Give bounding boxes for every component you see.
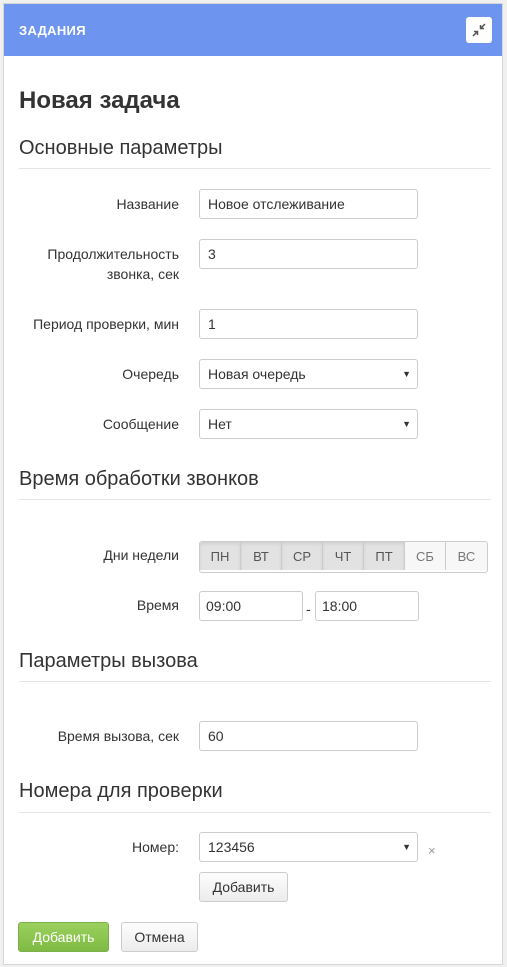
ring-duration-label-line1: Продолжительность xyxy=(47,246,179,262)
section-title-call-params: Параметры вызова xyxy=(19,650,198,672)
number-value: 123456 xyxy=(208,839,255,855)
day-toggle-thu[interactable]: ЧТ xyxy=(323,542,364,570)
section-divider xyxy=(19,681,491,682)
time-separator: - xyxy=(306,601,311,617)
ring-duration-input[interactable]: 3 xyxy=(199,239,418,269)
call-time-label: Время вызова, сек xyxy=(57,728,179,744)
name-label: Название xyxy=(116,196,179,212)
weekday-toggle-group: ПН ВТ СР ЧТ ПТ СБ ВС xyxy=(199,541,488,573)
collapse-icon xyxy=(472,23,486,37)
collapse-button[interactable] xyxy=(466,17,492,43)
page-title: Новая задача xyxy=(19,87,180,114)
queue-select[interactable]: Новая очередь ▼ xyxy=(199,359,418,389)
day-toggle-wed[interactable]: СР xyxy=(282,542,323,570)
queue-label: Очередь xyxy=(122,366,179,382)
number-label: Номер: xyxy=(132,839,179,855)
dropdown-arrow-icon: ▼ xyxy=(402,842,411,852)
day-toggle-sat[interactable]: СБ xyxy=(405,542,446,570)
time-to-input[interactable]: 18:00 xyxy=(315,591,419,621)
dropdown-arrow-icon: ▼ xyxy=(402,369,411,379)
section-divider xyxy=(19,168,491,169)
dropdown-arrow-icon: ▼ xyxy=(402,419,411,429)
queue-value: Новая очередь xyxy=(208,366,306,382)
day-toggle-tue[interactable]: ВТ xyxy=(241,542,282,570)
submit-button[interactable]: Добавить xyxy=(18,922,109,952)
message-select[interactable]: Нет ▼ xyxy=(199,409,418,439)
add-number-button[interactable]: Добавить xyxy=(199,872,288,902)
check-period-input[interactable]: 1 xyxy=(199,309,418,339)
ring-duration-label-line2: звонка, сек xyxy=(106,266,179,282)
section-title-basic: Основные параметры xyxy=(19,137,223,159)
name-input[interactable]: Новое отслеживание xyxy=(199,189,418,219)
weekdays-label: Дни недели xyxy=(103,547,179,563)
number-select[interactable]: 123456 ▼ xyxy=(199,832,418,862)
section-divider xyxy=(19,499,491,500)
day-toggle-fri[interactable]: ПТ xyxy=(364,542,405,570)
section-title-call-processing: Время обработки звонков xyxy=(19,468,259,490)
call-time-input[interactable]: 60 xyxy=(199,721,418,751)
ring-duration-label: Продолжительность звонка, сек xyxy=(14,244,179,284)
cancel-button[interactable]: Отмена xyxy=(121,922,198,952)
panel-title: ЗАДАНИЯ xyxy=(19,23,86,38)
message-label: Сообщение xyxy=(102,416,179,432)
section-divider xyxy=(19,812,491,813)
day-toggle-sun[interactable]: ВС xyxy=(446,542,487,570)
remove-number-icon[interactable]: × xyxy=(428,843,436,858)
check-period-label: Период проверки, мин xyxy=(33,316,179,332)
task-panel: ЗАДАНИЯ Новая задача Основные параметры … xyxy=(3,3,503,965)
section-title-numbers: Номера для проверки xyxy=(19,780,223,802)
time-from-input[interactable]: 09:00 xyxy=(199,591,303,621)
panel-header: ЗАДАНИЯ xyxy=(4,4,502,56)
time-label: Время xyxy=(136,597,179,613)
day-toggle-mon[interactable]: ПН xyxy=(200,542,241,570)
message-value: Нет xyxy=(208,416,232,432)
